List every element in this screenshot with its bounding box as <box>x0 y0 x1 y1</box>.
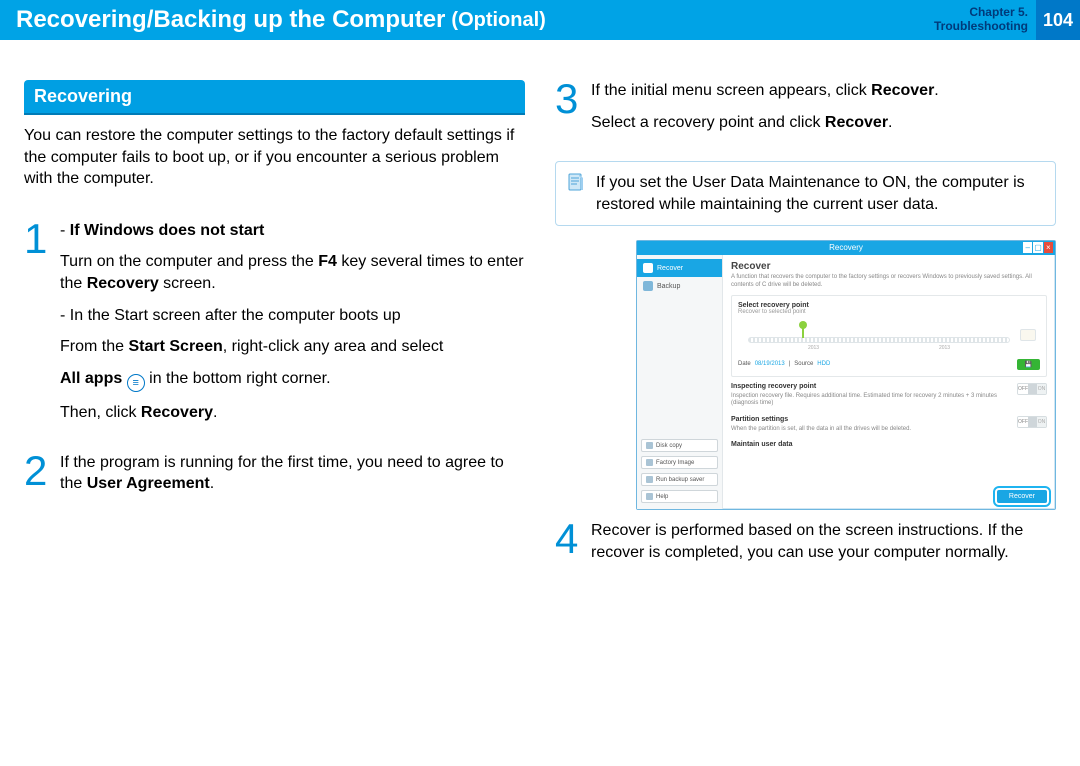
step3-l1a: If the initial menu screen appears, clic… <box>591 82 871 99</box>
step1-recovery2: Recovery <box>141 404 213 421</box>
recovery-app-window: Recovery – ▢ × Recover Backup <box>636 240 1056 510</box>
userdata-title: Maintain user data <box>731 441 1047 449</box>
sidebar-item-backup[interactable]: Backup <box>637 277 722 295</box>
app-title: Recovery <box>829 243 863 252</box>
meta-src-v: HDD <box>817 361 830 367</box>
step1-start-screen: Start Screen <box>128 338 222 355</box>
page-number: 104 <box>1036 0 1080 40</box>
page-header: Recovering/Backing up the Computer (Opti… <box>0 0 1080 40</box>
step3-bold1: Recover <box>871 82 934 99</box>
part-title: Partition settings <box>731 416 1009 424</box>
minimize-icon[interactable]: – <box>1023 242 1032 253</box>
step2-b: . <box>210 475 214 492</box>
step1-allapps: All apps <box>60 370 122 387</box>
right-column: 3 If the initial menu screen appears, cl… <box>555 80 1056 592</box>
chapter-line1: Chapter 5. <box>934 6 1028 20</box>
main-desc: A function that recovers the computer to… <box>731 274 1047 288</box>
step1-l5b: in the bottom right corner. <box>149 370 330 387</box>
app-titlebar: Recovery – ▢ × <box>637 241 1055 255</box>
page-subtitle: (Optional) <box>451 9 545 32</box>
meta-row: Date 08/19/2013 | Source HDD 💾 <box>738 359 1040 370</box>
panel-select-recovery-point: Select recovery point Recover to selecte… <box>731 295 1047 377</box>
sw-on: ON <box>1037 384 1046 394</box>
step-number-2: 2 <box>24 452 60 490</box>
step1-l4a: From the <box>60 338 128 355</box>
step1-line3: In the Start screen after the computer b… <box>60 305 525 327</box>
step3-bold2: Recover <box>825 114 888 131</box>
step2-bold: User Agreement <box>87 475 210 492</box>
app-sidebar: Recover Backup Disk copy Factory Image R… <box>637 255 723 509</box>
sidebar-disk-copy[interactable]: Disk copy <box>641 439 718 452</box>
chapter-label: Chapter 5. Troubleshooting <box>934 6 1036 34</box>
year-a: 2013 <box>808 345 819 351</box>
insp-title: Inspecting recovery point <box>731 383 1009 391</box>
chapter-line2: Troubleshooting <box>934 20 1028 34</box>
step4-text: Recover is performed based on the screen… <box>591 520 1056 563</box>
panel1-sub: Recover to selected point <box>738 309 1040 315</box>
row-partition: Partition settings When the partition is… <box>731 416 1047 434</box>
sidebar-recover-label: Recover <box>657 265 683 272</box>
header-right: Chapter 5. Troubleshooting 104 <box>934 0 1080 40</box>
step1-heading: If Windows does not start <box>70 222 265 239</box>
maximize-icon[interactable]: ▢ <box>1033 242 1042 253</box>
insp-desc: Inspection recovery file. Requires addit… <box>731 393 997 406</box>
step1-l4b: , right-click any area and select <box>223 338 444 355</box>
info-note: If you set the User Data Maintenance to … <box>555 161 1056 226</box>
step-4: 4 Recover is performed based on the scre… <box>555 520 1056 573</box>
page-title: Recovering/Backing up the Computer <box>16 6 445 34</box>
sidebar-help[interactable]: Help <box>641 490 718 503</box>
intro-text: You can restore the computer settings to… <box>24 125 525 190</box>
step1-recovery: Recovery <box>87 275 159 292</box>
recover-button[interactable]: Recover <box>997 490 1047 503</box>
panel1-title: Select recovery point <box>738 302 809 309</box>
save-icon[interactable]: 💾 <box>1017 359 1040 370</box>
sidebar-run-backup[interactable]: Run backup saver <box>641 473 718 486</box>
step-2: 2 If the program is running for the firs… <box>24 452 525 505</box>
main-title: Recover <box>731 261 1047 272</box>
section-label-recovering: Recovering <box>24 80 525 115</box>
step1-l6a: Then, click <box>60 404 141 421</box>
step1-key: F4 <box>318 253 337 270</box>
recovery-timeline[interactable]: 2013 2013 <box>738 321 1040 351</box>
step-number-4: 4 <box>555 520 591 558</box>
sidebar-backup-label: Backup <box>657 283 680 290</box>
info-text: If you set the User Data Maintenance to … <box>596 174 1025 213</box>
meta-date-v: 08/19/2013 <box>755 361 785 367</box>
step-number-3: 3 <box>555 80 591 118</box>
step1-l2a: Turn on the computer and press the <box>60 253 318 270</box>
sw-off2: OFF <box>1018 417 1028 427</box>
step3-l2a: Select a recovery point and click <box>591 114 825 131</box>
backup-icon <box>643 281 653 291</box>
row-userdata: Maintain user data <box>731 441 1047 451</box>
part-desc: When the partition is set, all the data … <box>731 426 911 432</box>
row-inspecting: Inspecting recovery point Inspection rec… <box>731 383 1047 408</box>
hdd-icon <box>1020 329 1036 341</box>
sw-off: OFF <box>1018 384 1028 394</box>
switch-inspecting[interactable]: OFF ON <box>1017 383 1047 395</box>
timeline-pin[interactable] <box>798 321 808 337</box>
step3-l1b: . <box>934 82 938 99</box>
year-b: 2013 <box>939 345 950 351</box>
switch-partition[interactable]: OFF ON <box>1017 416 1047 428</box>
all-apps-icon <box>127 374 145 392</box>
step3-l2b: . <box>888 114 892 131</box>
sidebar-item-recover[interactable]: Recover <box>637 259 722 277</box>
step-3: 3 If the initial menu screen appears, cl… <box>555 80 1056 143</box>
app-main: Recover A function that recovers the com… <box>723 255 1055 509</box>
sw-on2: ON <box>1037 417 1046 427</box>
meta-date-l: Date <box>738 361 751 367</box>
step-1: 1 If Windows does not start Turn on the … <box>24 220 525 434</box>
window-controls[interactable]: – ▢ × <box>1023 242 1053 253</box>
left-column: Recovering You can restore the computer … <box>24 80 525 592</box>
close-icon[interactable]: × <box>1044 242 1053 253</box>
sidebar-factory-image[interactable]: Factory Image <box>641 456 718 469</box>
note-icon <box>566 172 586 192</box>
meta-src-l: Source <box>794 361 813 367</box>
step-number-1: 1 <box>24 220 60 258</box>
recover-icon <box>643 263 653 273</box>
step1-l2c: screen. <box>159 275 216 292</box>
step1-l6b: . <box>213 404 217 421</box>
